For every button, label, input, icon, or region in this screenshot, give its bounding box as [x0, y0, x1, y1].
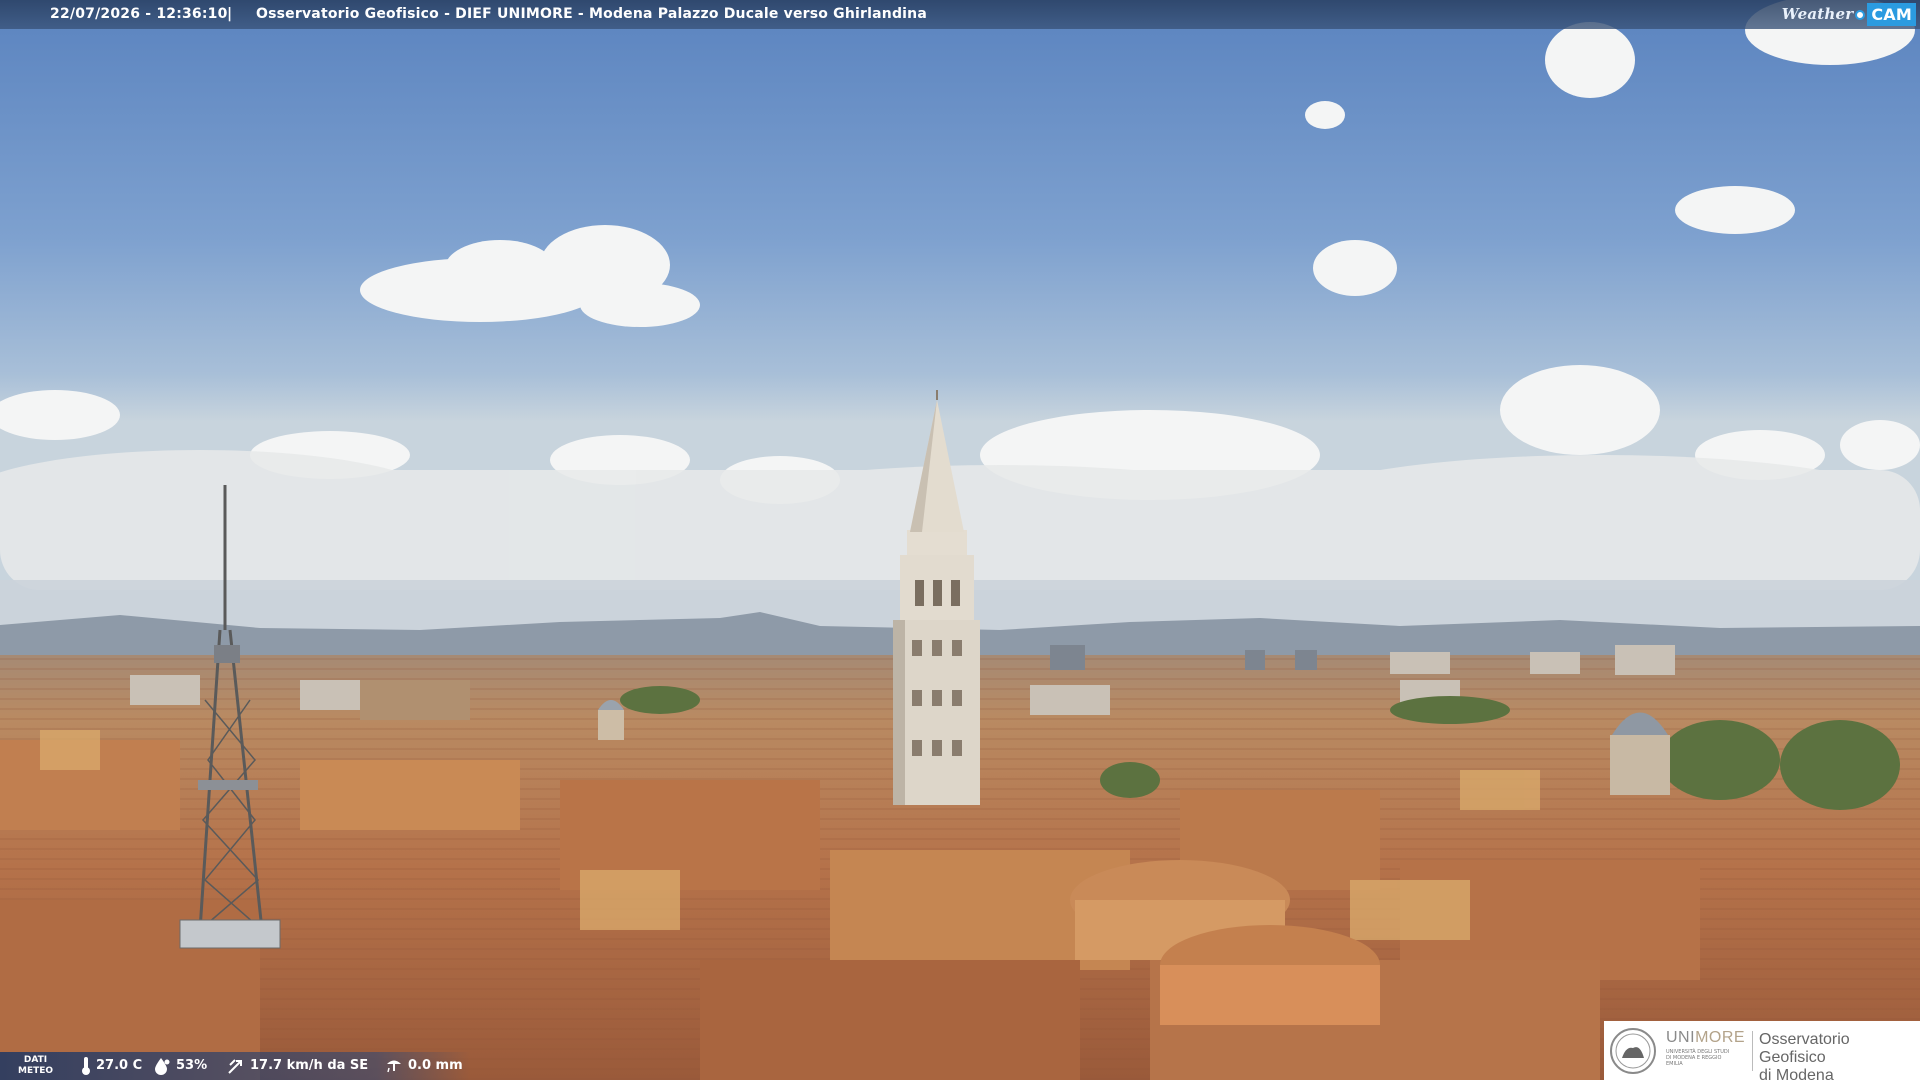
- webcam-frame: 22/07/2026 - 12:36:10 | Osservatorio Geo…: [0, 0, 1920, 1080]
- unimore-wordmark-part1: UNI: [1666, 1029, 1696, 1046]
- weathercam-logo-dot-icon: [1855, 9, 1866, 20]
- humidity-value: 53%: [176, 1058, 208, 1073]
- city-panorama-image: [0, 0, 1920, 1080]
- timestamp: 22/07/2026 - 12:36:10: [50, 6, 228, 22]
- wind-icon: [228, 1059, 242, 1074]
- meteo-label: DATI METEO: [18, 1055, 53, 1077]
- weathercam-logo-cam: CAM: [1867, 3, 1916, 26]
- observatory-name: Osservatorio Geofisico di Modena: [1759, 1031, 1920, 1080]
- weathercam-logo-weather: Weather: [1781, 5, 1854, 23]
- camera-title: Osservatorio Geofisico - DIEF UNIMORE - …: [256, 6, 927, 22]
- unimore-subtitle: UNIVERSITÀ DEGLI STUDI DI MODENA E REGGI…: [1666, 1049, 1730, 1067]
- weather-data-strip: DATI METEO 27.0 C 53% 17.7 km/h da SE 0.…: [0, 1052, 470, 1080]
- temperature-reading: 27.0 C: [80, 1052, 142, 1080]
- unimore-logo: UNIMORE UNIVERSITÀ DEGLI STUDI DI MODENA…: [1604, 1021, 1920, 1080]
- observatory-name-line1: Osservatorio Geofisico: [1759, 1031, 1850, 1066]
- rain-value: 0.0 mm: [408, 1058, 463, 1073]
- observatory-name-line2: di Modena: [1759, 1067, 1834, 1080]
- wind-value: 17.7 km/h da SE: [250, 1058, 369, 1073]
- humidity-reading: 53%: [152, 1052, 207, 1080]
- thermometer-icon: [82, 1057, 90, 1075]
- meteo-label-line2: METEO: [18, 1066, 54, 1076]
- temperature-value: 27.0 C: [96, 1058, 143, 1073]
- weathercam-logo: Weather CAM: [1782, 2, 1916, 27]
- unimore-wordmark: UNIMORE: [1666, 1029, 1745, 1047]
- rain-icon: [387, 1060, 401, 1073]
- university-seal-icon: [1610, 1028, 1656, 1074]
- meteo-label-line1: DATI: [23, 1055, 48, 1065]
- rain-reading: 0.0 mm: [384, 1052, 463, 1080]
- humidity-drop-icon: [155, 1058, 170, 1075]
- top-info-bar: 22/07/2026 - 12:36:10 | Osservatorio Geo…: [0, 0, 1920, 29]
- wind-reading: 17.7 km/h da SE: [226, 1052, 368, 1080]
- unimore-wordmark-part2: MORE: [1695, 1029, 1746, 1046]
- logo-divider: [1752, 1031, 1753, 1071]
- title-separator: |: [227, 6, 233, 22]
